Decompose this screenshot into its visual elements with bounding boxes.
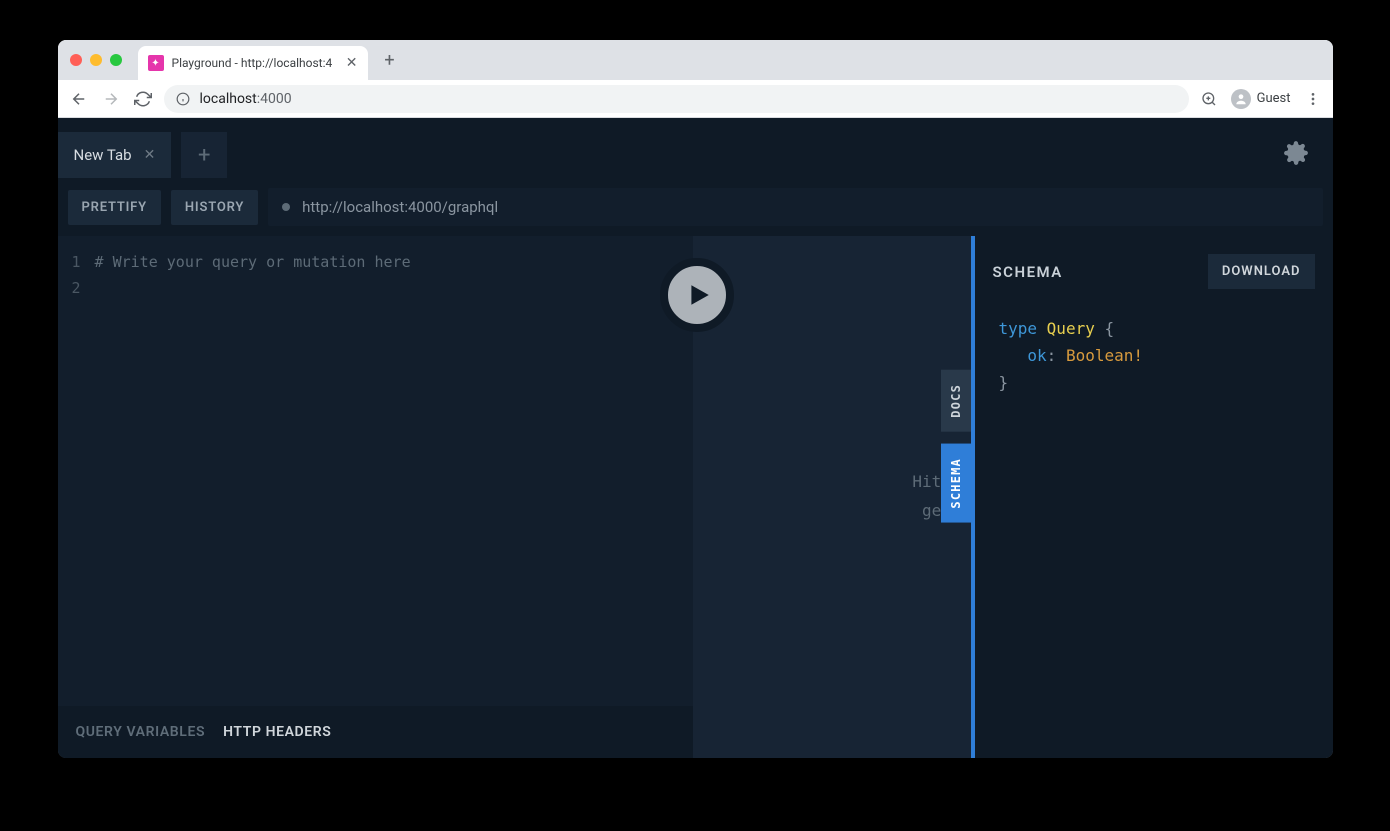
close-playground-tab-button[interactable]: ✕ [144, 147, 156, 163]
schema-panel-header: SCHEMA DOWNLOAD [975, 236, 1333, 307]
reload-button[interactable] [134, 90, 152, 108]
execute-button[interactable] [660, 258, 734, 332]
forward-button[interactable] [102, 90, 120, 108]
playground-tab[interactable]: New Tab ✕ [58, 132, 172, 178]
editor-bottom-tabs: QUERY VARIABLES HTTP HEADERS [58, 706, 693, 758]
back-button[interactable] [70, 90, 88, 108]
chrome-tab-strip: ✦ Playground - http://localhost:4 ✕ + [58, 40, 1333, 80]
http-headers-tab[interactable]: HTTP HEADERS [223, 724, 331, 740]
query-editor-pane: 1 2 # Write your query or mutation here … [58, 236, 693, 758]
status-dot-icon [282, 203, 290, 211]
info-icon [176, 92, 190, 106]
prettify-button[interactable]: PRETTIFY [68, 190, 161, 225]
chrome-toolbar: localhost:4000 Guest [58, 80, 1333, 118]
settings-button[interactable] [1283, 140, 1319, 170]
endpoint-url-text: http://localhost:4000/graphql [302, 198, 498, 216]
playground-toolbar: PRETTIFY HISTORY http://localhost:4000/g… [58, 178, 1333, 236]
playground-tab-label: New Tab [74, 146, 132, 164]
close-tab-button[interactable]: ✕ [346, 55, 358, 71]
avatar-icon [1231, 89, 1251, 109]
docs-tab[interactable]: DOCS [941, 370, 971, 432]
chrome-menu-button[interactable] [1305, 91, 1321, 107]
address-text: localhost:4000 [200, 91, 292, 107]
profile-label: Guest [1257, 91, 1291, 106]
result-pane: Hit t get DOCS SCHEMA [693, 236, 971, 758]
query-variables-tab[interactable]: QUERY VARIABLES [76, 724, 206, 740]
browser-tab-title: Playground - http://localhost:4 [172, 56, 338, 70]
playground-main: 1 2 # Write your query or mutation here … [58, 236, 1333, 758]
query-editor[interactable]: 1 2 # Write your query or mutation here [58, 236, 693, 706]
new-browser-tab-button[interactable]: + [376, 46, 404, 74]
side-tabs: DOCS SCHEMA [941, 370, 971, 522]
profile-button[interactable]: Guest [1231, 89, 1291, 109]
schema-panel: SCHEMA DOWNLOAD type Query { ok: [971, 236, 1333, 758]
play-icon [686, 282, 712, 308]
gear-icon [1283, 140, 1309, 166]
address-bar[interactable]: localhost:4000 [164, 85, 1189, 113]
close-window-button[interactable] [70, 54, 82, 66]
zoom-icon[interactable] [1201, 91, 1217, 107]
favicon-icon: ✦ [148, 55, 164, 71]
schema-panel-title: SCHEMA [993, 263, 1063, 281]
line-gutter: 1 2 [72, 250, 81, 692]
maximize-window-button[interactable] [110, 54, 122, 66]
window-controls [70, 54, 122, 66]
new-playground-tab-button[interactable]: + [181, 132, 227, 178]
schema-tab[interactable]: SCHEMA [941, 444, 971, 523]
endpoint-input[interactable]: http://localhost:4000/graphql [268, 188, 1322, 226]
browser-tab[interactable]: ✦ Playground - http://localhost:4 ✕ [138, 46, 368, 80]
playground-tab-bar: New Tab ✕ + [58, 118, 1333, 178]
schema-content: type Query { ok: Boolean! } [975, 307, 1333, 405]
history-button[interactable]: HISTORY [171, 190, 258, 225]
editor-content: # Write your query or mutation here [95, 250, 411, 692]
download-button[interactable]: DOWNLOAD [1208, 254, 1315, 289]
minimize-window-button[interactable] [90, 54, 102, 66]
browser-window: ✦ Playground - http://localhost:4 ✕ + lo… [58, 40, 1333, 758]
graphql-playground: New Tab ✕ + PRETTIFY HISTORY http://loca… [58, 118, 1333, 758]
